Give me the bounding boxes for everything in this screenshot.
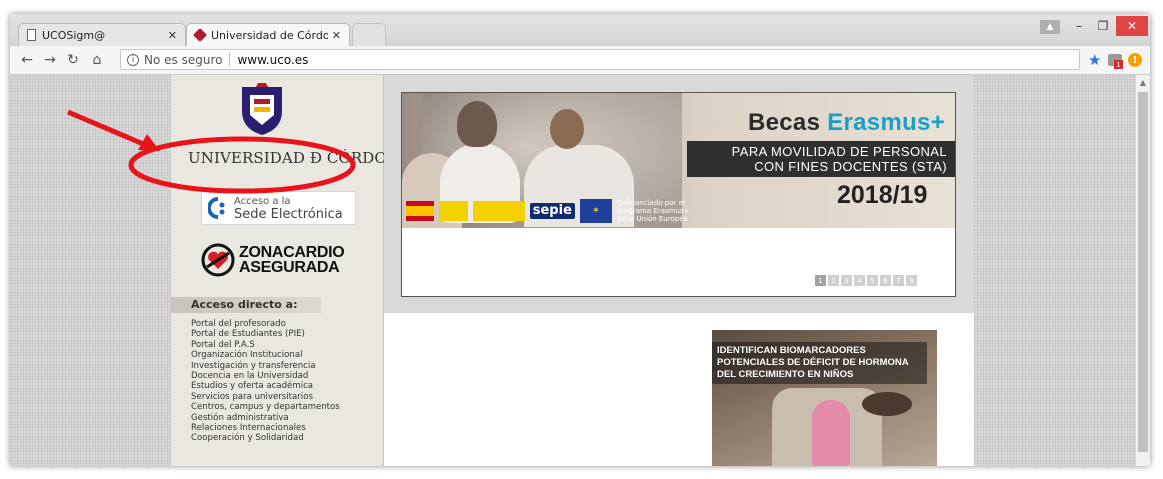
main-column: Becas Erasmus+ PARA MOVILIDAD DE PERSONA…	[384, 75, 974, 466]
sede-electronica-link[interactable]: Acceso a la Sede Electrónica	[201, 191, 356, 225]
close-tab-icon[interactable]: ✕	[168, 29, 177, 42]
close-tab-icon[interactable]: ✕	[332, 29, 341, 42]
slider-pager: 1 2 3 4 5 6 7 8	[815, 275, 917, 286]
page-icon	[27, 29, 36, 41]
gobierno-logo	[439, 201, 468, 221]
back-arrow-icon[interactable]: ←	[18, 51, 36, 69]
sede-electronica-icon	[208, 197, 225, 219]
zona-cardio-link[interactable]: ZONACARDIO ASEGURADA	[201, 243, 345, 277]
banner-photo-figure	[550, 109, 584, 149]
news-photo-figure	[812, 400, 850, 466]
banner-subtitle: PARA MOVILIDAD DE PERSONAL CON FINES DOC…	[687, 141, 955, 177]
erasmus-banner[interactable]: Becas Erasmus+ PARA MOVILIDAD DE PERSONA…	[402, 93, 955, 228]
heart-defibrillator-icon	[201, 243, 235, 277]
sepie-logo: sepie	[529, 203, 575, 219]
university-name[interactable]: UNIVERSIDAD Ð CÓRDOBA	[188, 149, 409, 167]
maximize-button[interactable]: ❐	[1092, 16, 1114, 36]
alert-icon[interactable]: !	[1128, 53, 1142, 67]
security-indicator[interactable]: No es seguro	[144, 53, 222, 67]
user-profile-icon[interactable]: ▲	[1040, 20, 1060, 34]
home-icon[interactable]: ⌂	[88, 51, 106, 69]
tab-ucosigma[interactable]: UCOSigm@ ✕	[18, 23, 186, 46]
info-icon[interactable]: i	[127, 53, 139, 66]
page-viewport: UNIVERSIDAD Ð CÓRDOBA Acceso a la Sede E…	[10, 75, 1136, 466]
quick-link[interactable]: Organización Institucional	[191, 350, 340, 360]
quick-link[interactable]: Portal del P.A.S	[191, 340, 340, 350]
news-caption-line: IDENTIFICAN BIOMARCADORES	[717, 345, 866, 356]
quick-link[interactable]: Portal del profesorado	[191, 319, 340, 329]
news-photo-figure	[862, 392, 912, 416]
ministerio-logo	[472, 201, 525, 221]
bookmark-star-icon[interactable]: ★	[1088, 51, 1101, 69]
quick-link[interactable]: Centros, campus y departamentos	[191, 402, 340, 412]
quick-link[interactable]: Relaciones Internacionales	[191, 423, 340, 433]
uco-favicon-icon	[192, 27, 208, 43]
cofinanciado-line: de la Unión Europea	[617, 215, 688, 223]
spain-shield-icon	[406, 201, 435, 221]
banner-subtitle-line: CON FINES DOCENTES (STA)	[754, 159, 947, 174]
news-caption-line: DEL CRECIMIENTO EN NIÑOS	[717, 369, 854, 380]
url-text[interactable]: www.uco.es	[237, 53, 308, 67]
zona-line1: ZONACARDIO	[239, 244, 345, 261]
becas-title: Becas Erasmus+	[748, 109, 945, 137]
slider-page-2[interactable]: 2	[828, 275, 839, 286]
news-card[interactable]: IDENTIFICAN BIOMARCADORES POTENCIALES DE…	[712, 330, 937, 466]
slider-page-8[interactable]: 8	[906, 275, 917, 286]
news-caption[interactable]: IDENTIFICAN BIOMARCADORES POTENCIALES DE…	[712, 342, 927, 384]
slider-page-3[interactable]: 3	[841, 275, 852, 286]
reload-icon[interactable]: ↻	[64, 51, 82, 69]
acceso-directo-heading: Acceso directo a:	[171, 297, 321, 313]
quick-link[interactable]: Docencia en la Universidad	[191, 371, 340, 381]
slider-page-4[interactable]: 4	[854, 275, 865, 286]
quick-link[interactable]: Portal de Estudiantes (PIE)	[191, 329, 340, 339]
banner-year: 2018/19	[837, 181, 928, 209]
cofinanciado-text: Cofinanciado por el programa Erasmus+ de…	[617, 199, 702, 223]
news-caption-line: POTENCIALES DE DÉFICIT DE HORMONA	[717, 357, 909, 368]
slider-page-6[interactable]: 6	[880, 275, 891, 286]
address-bar[interactable]: i No es seguro www.uco.es	[120, 49, 1080, 70]
quick-link[interactable]: Servicios para universitarios	[191, 392, 340, 402]
banner-photo-figure	[457, 101, 497, 147]
left-column: UNIVERSIDAD Ð CÓRDOBA Acceso a la Sede E…	[171, 75, 409, 466]
tab-title: UCOSigm@	[42, 28, 106, 42]
slider-page-1[interactable]: 1	[815, 275, 826, 286]
eu-flag-icon: ✶	[579, 199, 612, 223]
close-window-button[interactable]: ✕	[1116, 16, 1148, 36]
forward-arrow-icon[interactable]: →	[41, 51, 59, 69]
university-crest-icon[interactable]	[238, 81, 286, 137]
quick-links-list: Portal del profesorado Portal de Estudia…	[191, 319, 340, 444]
tab-universidad-cordoba[interactable]: Universidad de Córdoba ✕	[186, 23, 350, 46]
tab-strip: UCOSigm@ ✕ Universidad de Córdoba ✕ ▲ – …	[10, 14, 1150, 46]
sponsor-logos: sepie ✶ Cofinanciado por el programa Era…	[406, 196, 702, 226]
cofinanciado-line: programa Erasmus+	[617, 207, 690, 215]
banner-subtitle-line: PARA MOVILIDAD DE PERSONAL	[731, 144, 947, 159]
becas-word: Becas	[748, 109, 821, 136]
browser-window: UCOSigm@ ✕ Universidad de Córdoba ✕ ▲ – …	[10, 14, 1150, 466]
slider-page-5[interactable]: 5	[867, 275, 878, 286]
cofinanciado-line: Cofinanciado por el	[617, 199, 685, 207]
quick-link[interactable]: Estudios y oferta académica	[191, 381, 340, 391]
quick-link[interactable]: Investigación y transferencia	[191, 361, 340, 371]
slider-frame: Becas Erasmus+ PARA MOVILIDAD DE PERSONA…	[384, 75, 974, 313]
scroll-up-arrow-icon[interactable]: ▲	[1138, 77, 1148, 87]
sede-line2: Sede Electrónica	[234, 207, 343, 222]
quick-link[interactable]: Gestión administrativa	[191, 413, 340, 423]
minimize-button[interactable]: –	[1068, 16, 1090, 36]
slider-page-7[interactable]: 7	[893, 275, 904, 286]
scrollbar-thumb[interactable]	[1138, 92, 1148, 452]
new-tab-button[interactable]	[352, 23, 386, 46]
quick-link[interactable]: Cooperación y Solidaridad	[191, 433, 340, 443]
omnibox-separator	[229, 53, 231, 66]
zona-line2: ASEGURADA	[239, 259, 340, 276]
image-slider[interactable]: Becas Erasmus+ PARA MOVILIDAD DE PERSONA…	[401, 92, 956, 297]
erasmus-word: Erasmus+	[827, 109, 946, 136]
extension-badge: 1	[1114, 60, 1123, 69]
tab-title: Universidad de Córdoba	[211, 28, 328, 42]
browser-toolbar: ← → ↻ ⌂ i No es seguro www.uco.es ★ 1 !	[10, 46, 1150, 75]
